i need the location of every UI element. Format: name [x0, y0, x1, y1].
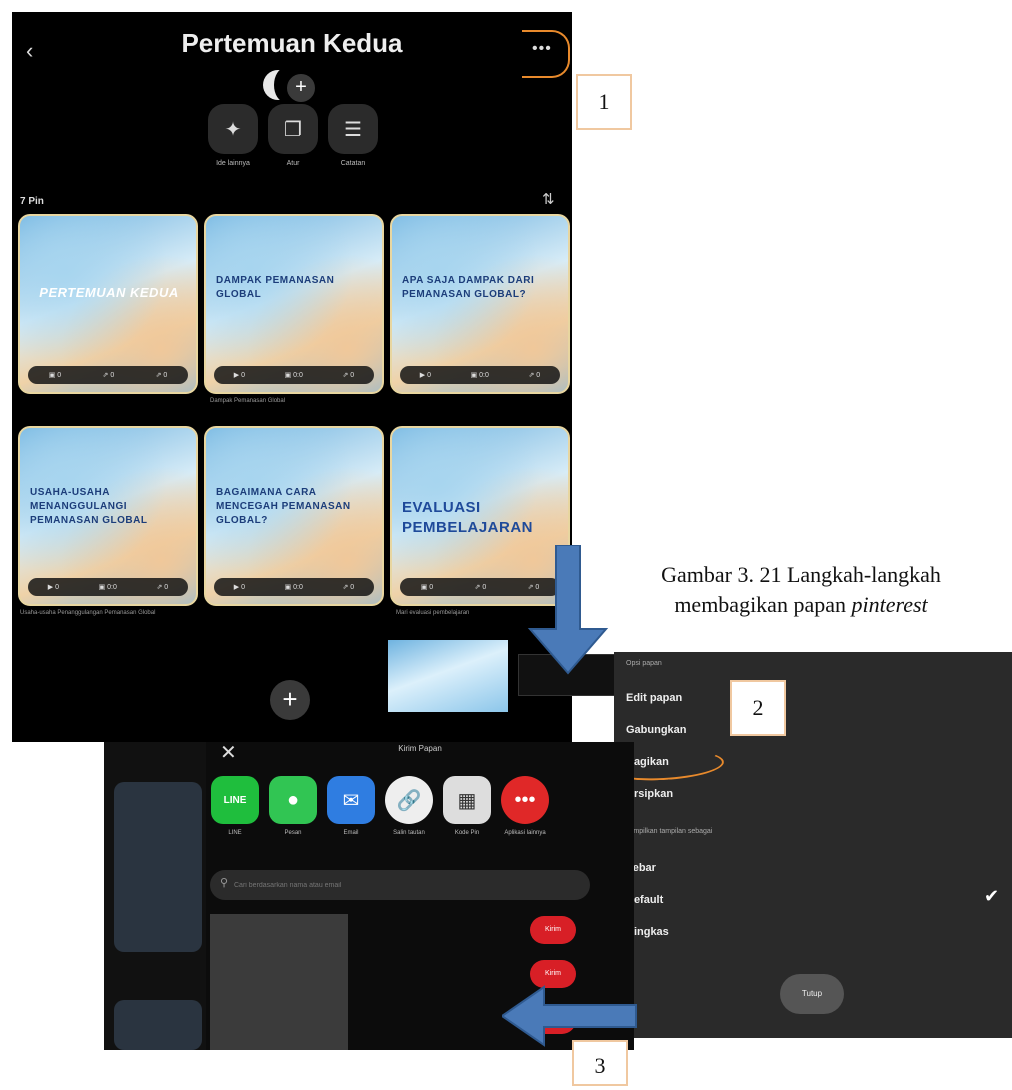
notes-icon: ☰ — [328, 104, 378, 154]
link-icon: 🔗 — [385, 776, 433, 824]
send-button[interactable]: Kirim — [530, 916, 576, 944]
menu-section-title: Opsi papan — [626, 660, 662, 667]
background-pin — [114, 782, 202, 952]
pin-stats: ▶ 0 ▣ 0:0 ⇗ 0 — [28, 578, 188, 596]
board-title: Pertemuan Kedua — [181, 28, 403, 58]
app-label: Aplikasi lainnya — [504, 830, 546, 836]
app-label: LINE — [228, 830, 242, 836]
caption-line-2: membagikan papan pinterest — [590, 590, 1012, 620]
more-apps-icon: ••• — [501, 776, 549, 824]
pin-card[interactable]: PERTEMUAN Kedua ▣ 0 ⇗ 0 ⇗ 0 — [18, 214, 198, 394]
app-label: Kode Pin — [454, 830, 480, 836]
figure-caption: Gambar 3. 21 Langkah-langkah membagikan … — [590, 560, 1012, 620]
left-arrow-icon — [502, 985, 637, 1047]
pin-title: USAHA-USAHA MENANGGULANGI PEMANASAN GLOB… — [30, 487, 148, 526]
action-notes[interactable]: ☰ Catatan — [328, 104, 378, 167]
search-box[interactable]: ⚲ — [210, 870, 590, 900]
organize-icon: ❐ — [268, 104, 318, 154]
app-label: Salin tautan — [393, 830, 425, 836]
filter-icon[interactable]: ⇅ — [542, 190, 555, 208]
menu-item-merge[interactable]: Gabungkan — [626, 724, 687, 736]
pin-caption: Mari evaluasi pembelajaran — [396, 610, 470, 616]
caption-italic: pinterest — [851, 592, 928, 617]
qr-icon: ▦ — [443, 776, 491, 824]
line-icon: LINE — [211, 776, 259, 824]
send-button[interactable]: Kirim — [530, 960, 576, 988]
share-title: Kirim Papan — [398, 744, 442, 753]
action-label: Ide lainnya — [216, 160, 250, 167]
step-label: 1 — [576, 74, 632, 130]
pin-stats: ▶ 0 ▣ 0:0 ⇗ 0 — [214, 578, 374, 596]
share-app-more[interactable]: ••• Aplikasi lainnya — [500, 776, 550, 836]
action-label: Catatan — [340, 160, 366, 167]
caption-text: membagikan papan — [674, 592, 852, 617]
action-ideas[interactable]: ✦ Ide lainnya — [208, 104, 258, 167]
mail-icon: ✉ — [327, 776, 375, 824]
pin-caption: Dampak Pemanasan Global — [210, 398, 286, 404]
pin-card[interactable]: APA SAJA DAMPAK DARI PEMANASAN GLOBAL? ▶… — [390, 214, 570, 394]
app-label: Email — [343, 830, 359, 836]
app-label: Pesan — [284, 830, 302, 836]
pin-title: EVALUASI PEMBELAJARAN — [402, 499, 534, 536]
message-icon: ● — [269, 776, 317, 824]
pin-card[interactable]: USAHA-USAHA MENANGGULANGI PEMANASAN GLOB… — [18, 426, 198, 606]
close-menu-button[interactable]: Tutup — [780, 974, 844, 1014]
share-app-line[interactable]: LINE LINE — [210, 776, 260, 836]
add-collaborator-button[interactable]: + — [285, 72, 317, 104]
background-pin — [114, 1000, 202, 1050]
sparkle-icon: ✦ — [208, 104, 258, 154]
board-options-menu: Opsi papan Edit papan Gabungkan Bagikan … — [614, 652, 1012, 1038]
pin-card[interactable]: BAGAIMANA CARA MENCEGAH PEMANASAN GLOBAL… — [204, 426, 384, 606]
action-organize[interactable]: ❐ Atur — [268, 104, 318, 167]
background-board — [104, 742, 206, 1050]
pin-title: PERTEMUAN Kedua — [39, 285, 179, 300]
pin-count: 7 Pin — [20, 196, 44, 207]
down-arrow-icon — [527, 545, 609, 675]
share-app-copy-link[interactable]: 🔗 Salin tautan — [384, 776, 434, 836]
share-app-messages[interactable]: ● Pesan — [268, 776, 318, 836]
action-label: Atur — [286, 160, 300, 167]
pin-card[interactable]: DAMPAK PEMANASAN GLOBAL ▶ 0 ▣ 0:0 ⇗ 0 — [204, 214, 384, 394]
share-app-pincode[interactable]: ▦ Kode Pin — [442, 776, 492, 836]
highlight-mark — [522, 30, 570, 78]
add-pin-button[interactable]: + — [270, 680, 310, 720]
board-preview-image — [388, 640, 508, 712]
share-app-email[interactable]: ✉ Email — [326, 776, 376, 836]
menu-section-title: Tampilkan tampilan sebagai — [626, 828, 713, 835]
check-icon: ✔ — [984, 886, 1000, 906]
caption-line-1: Gambar 3. 21 Langkah-langkah — [661, 562, 941, 587]
pin-stats: ▶ 0 ▣ 0:0 ⇗ 0 — [400, 366, 560, 384]
collaborators: + — [263, 68, 323, 104]
pin-stats: ▶ 0 ▣ 0:0 ⇗ 0 — [214, 366, 374, 384]
pin-title: APA SAJA DAMPAK DARI PEMANASAN GLOBAL? — [402, 275, 535, 300]
pin-title: BAGAIMANA CARA MENCEGAH PEMANASAN GLOBAL… — [216, 487, 351, 526]
pin-stats: ▣ 0 ⇗ 0 ⇗ 0 — [28, 366, 188, 384]
pin-caption: Usaha-usaha Penanggulangan Pemanasan Glo… — [20, 610, 156, 616]
search-input[interactable] — [234, 879, 574, 891]
pin-title: DAMPAK PEMANASAN GLOBAL — [216, 275, 335, 300]
contact-list-placeholder — [210, 914, 348, 1050]
step-label: 2 — [730, 680, 786, 736]
search-icon: ⚲ — [220, 877, 229, 889]
board-screen: ‹ Pertemuan Kedua + ••• ✦ Ide lainnya ❐ … — [12, 12, 572, 742]
menu-item-edit[interactable]: Edit papan — [626, 692, 682, 704]
